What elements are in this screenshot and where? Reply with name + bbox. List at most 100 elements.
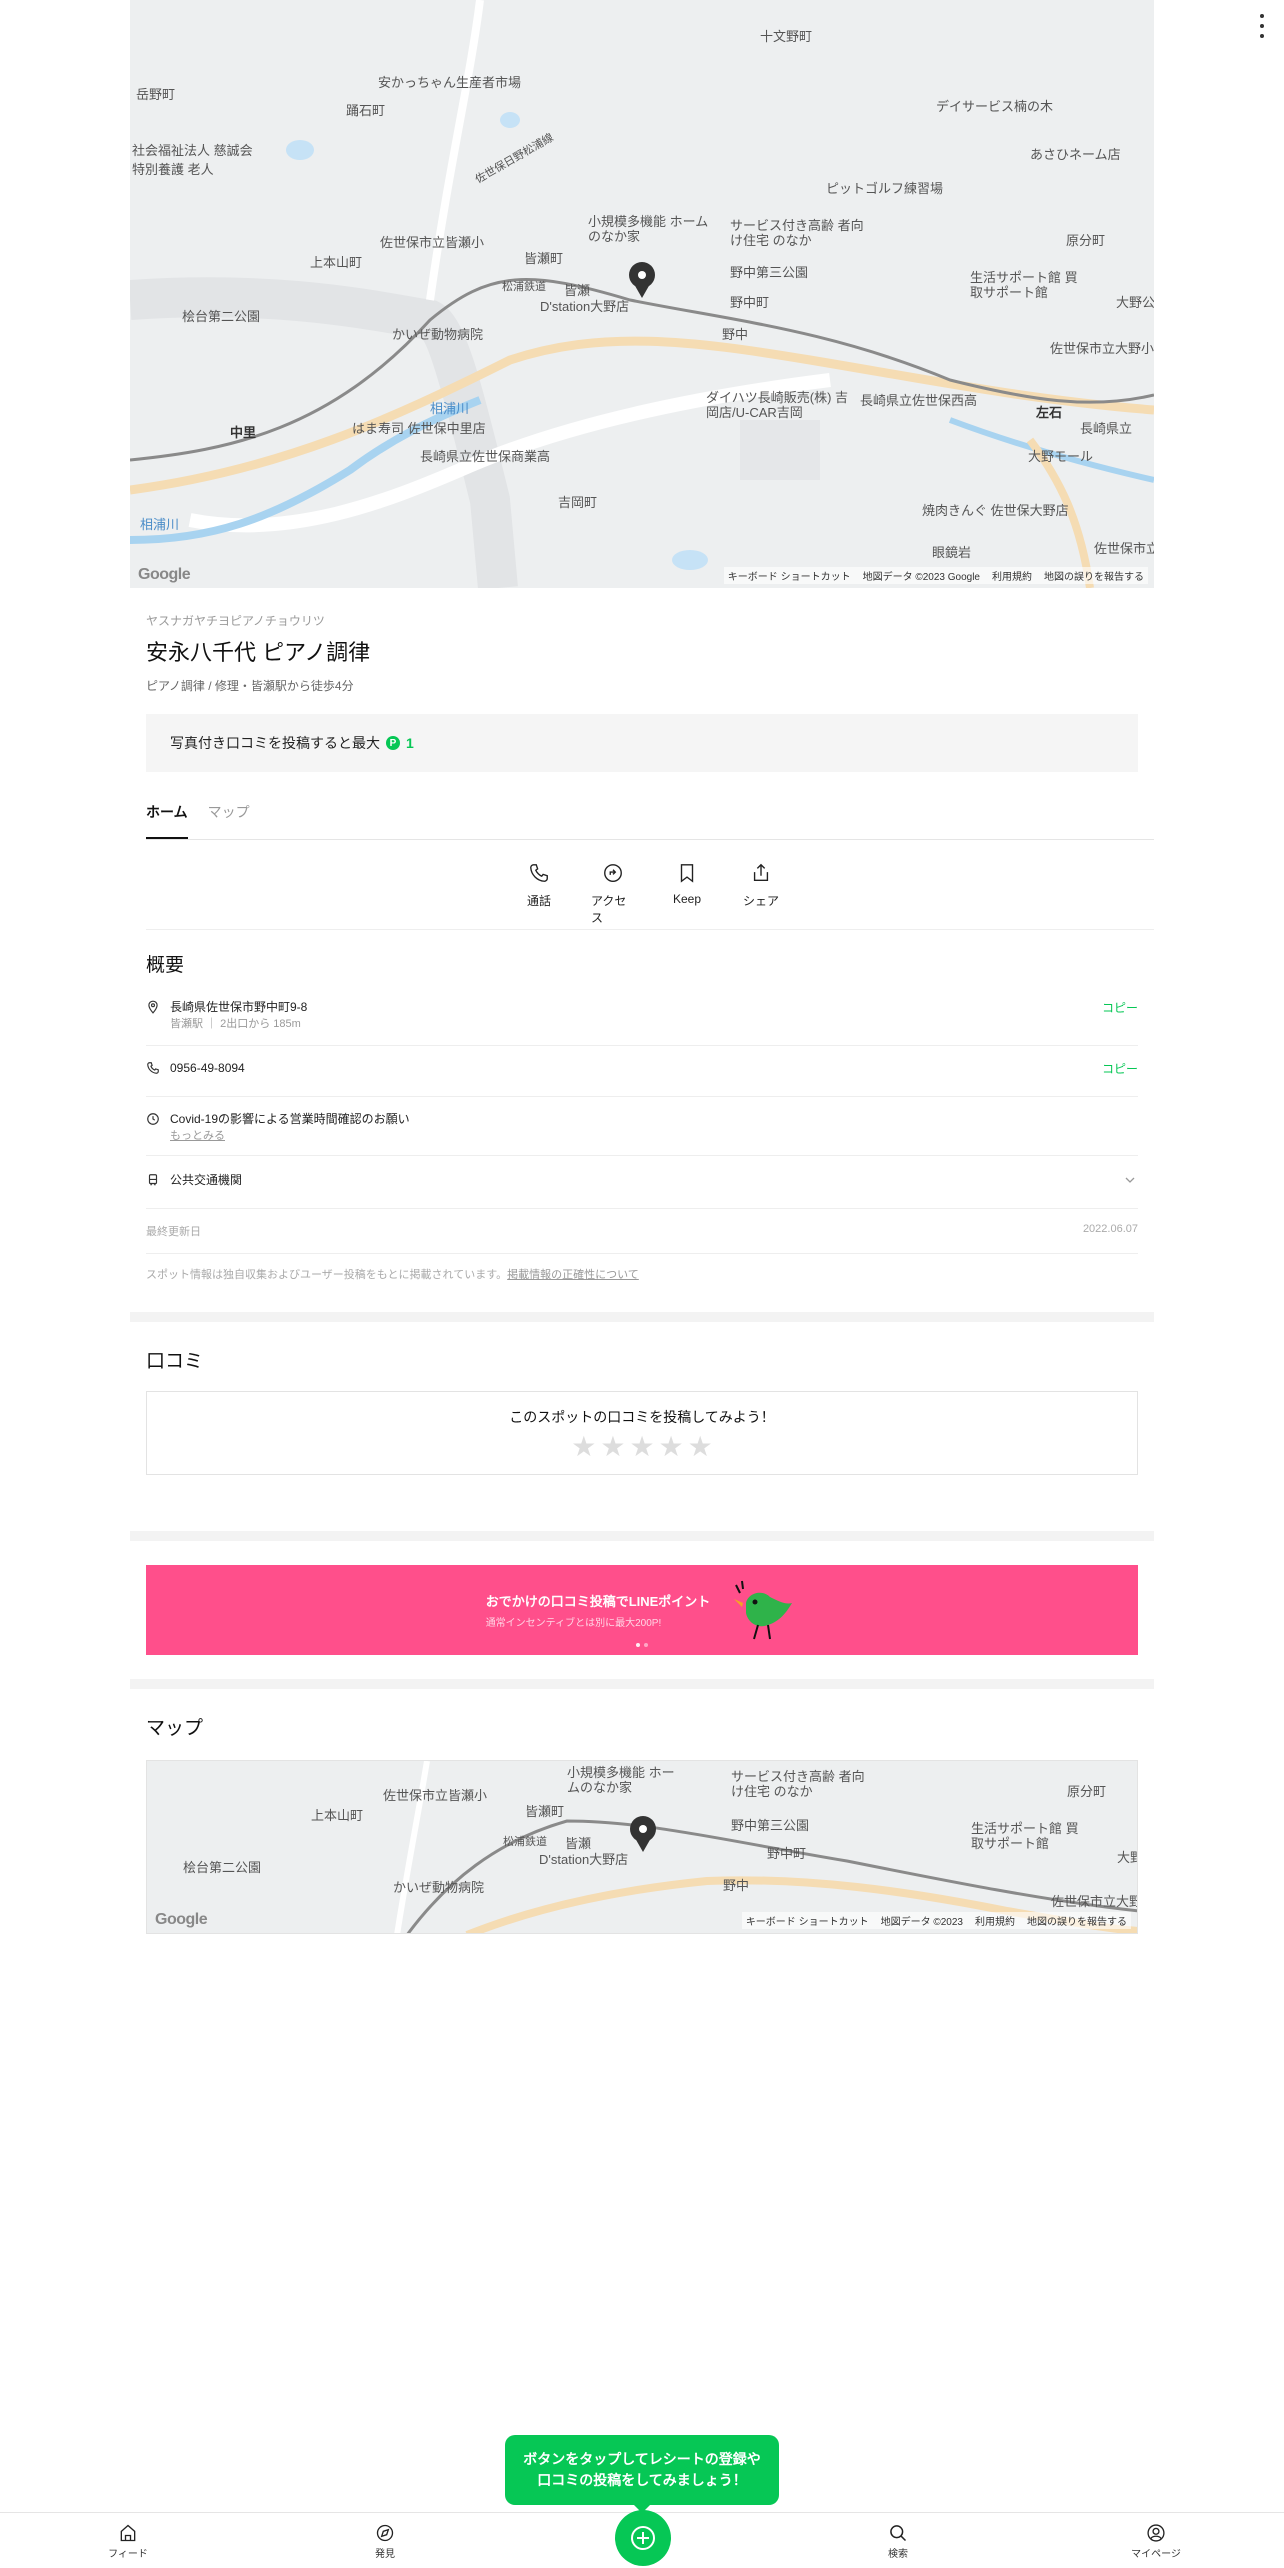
map-label: 野中町 bbox=[767, 1846, 807, 1861]
promo-text: 写真付き口コミを投稿すると最大 bbox=[170, 735, 380, 751]
copy-address-button[interactable]: コピー bbox=[1102, 999, 1138, 1016]
hero-map[interactable]: 十文野町 岳野町 安かっちゃん生産者市場 踊石町 デイサービス楠の木 社会福祉法… bbox=[130, 0, 1154, 588]
star-icon[interactable]: ★ bbox=[659, 1433, 684, 1461]
map-label: 松浦鉄道 bbox=[502, 281, 546, 293]
map-label: 佐世保市立 bbox=[1094, 541, 1154, 556]
plus-icon bbox=[631, 2526, 655, 2550]
phone-number[interactable]: 0956-49-8094 bbox=[170, 1060, 1138, 1077]
map-label: かいぜ動物病院 bbox=[393, 1880, 485, 1895]
map-label: 長崎県立佐世保商業高 bbox=[420, 449, 551, 464]
phone-icon bbox=[147, 1062, 159, 1074]
map-label: 左石 bbox=[1036, 405, 1063, 420]
map-terms-link[interactable]: 利用規約 bbox=[992, 568, 1032, 583]
more-link[interactable]: もっとみる bbox=[170, 1128, 1138, 1145]
line-point-banner[interactable]: おでかけの口コミ投稿でLINEポイント 通常インセンティブとは別に最大200P! bbox=[146, 1565, 1138, 1655]
banner-subtitle: 通常インセンティブとは別に最大200P! bbox=[485, 1618, 662, 1629]
updated-label: 最終更新日 bbox=[146, 1226, 201, 1238]
call-button[interactable]: 通話 bbox=[517, 862, 561, 929]
nav-mypage[interactable]: マイページ bbox=[1126, 2523, 1186, 2560]
map-label: 野中第三公園 bbox=[731, 1818, 810, 1833]
share-button[interactable]: シェア bbox=[739, 862, 783, 929]
map-footer: キーボード ショートカット 地図データ ©2023 Google 利用規約 地図… bbox=[723, 567, 1148, 584]
map-terms-link[interactable]: 利用規約 bbox=[975, 1913, 1015, 1928]
star-icon[interactable]: ★ bbox=[600, 1433, 625, 1461]
map-label: 原分町 bbox=[1067, 1784, 1107, 1799]
map-label: 佐世保市立皆瀬小 bbox=[380, 235, 485, 250]
overview-title: 概要 bbox=[146, 955, 185, 976]
tooltip-line-1: ボタンをタップしてレシートの登録や bbox=[523, 2451, 761, 2467]
post-tooltip: ボタンをタップしてレシートの登録や 口コミの投稿をしてみましょう！ bbox=[505, 2435, 779, 2513]
map-label: 桧台第二公園 bbox=[183, 1860, 262, 1875]
line-point-icon: P bbox=[386, 736, 400, 750]
spot-map[interactable]: 小規模多機能 ホームのなか家 サービス付き高齢 者向け住宅 のなか 原分町 佐世… bbox=[146, 1760, 1138, 1934]
review-promo-bar[interactable]: 写真付き口コミを投稿すると最大 P 1 bbox=[146, 714, 1138, 772]
call-label: 通話 bbox=[526, 894, 551, 908]
star-icon[interactable]: ★ bbox=[688, 1433, 713, 1461]
map-label: 焼肉きんぐ 佐世保大野店 bbox=[922, 503, 1069, 518]
map-label: サービス付き高齢 者向け住宅 のなか bbox=[730, 218, 864, 248]
map-label: 岳野町 bbox=[136, 87, 176, 102]
discover-icon bbox=[376, 2524, 394, 2542]
keep-label: Keep bbox=[672, 892, 702, 906]
star-icon[interactable]: ★ bbox=[629, 1433, 654, 1461]
transit-row[interactable]: 公共交通機関 bbox=[146, 1156, 1138, 1209]
map-label: 野中 bbox=[723, 1878, 750, 1893]
nav-feed[interactable]: フィード bbox=[98, 2523, 158, 2560]
phone-icon bbox=[530, 864, 548, 882]
map-label: 長崎県立 bbox=[1080, 421, 1133, 436]
star-rating[interactable]: ★ ★ ★ ★ ★ bbox=[571, 1433, 713, 1461]
spot-header: ヤスナガヤチヨピアノチョウリツ 安永八千代 ピアノ調律 ピアノ調律 / 修理・皆… bbox=[130, 588, 1154, 772]
map-label: 皆瀬町 bbox=[524, 251, 564, 266]
spot-page: 十文野町 岳野町 安かっちゃん生産者市場 踊石町 デイサービス楠の木 社会福祉法… bbox=[130, 0, 1154, 1934]
map-label: 松浦鉄道 bbox=[503, 1836, 547, 1848]
map-label: 原分町 bbox=[1066, 233, 1106, 248]
map-shortcut-link[interactable]: キーボード ショートカット bbox=[728, 568, 851, 583]
map-label: 大野公 bbox=[1116, 295, 1154, 310]
access-button[interactable]: アクセス bbox=[591, 862, 635, 929]
search-icon bbox=[890, 2525, 907, 2542]
map-label: 野中 bbox=[722, 327, 749, 342]
keep-button[interactable]: Keep bbox=[665, 862, 709, 929]
nav-search[interactable]: 検索 bbox=[868, 2523, 928, 2560]
address-text: 長崎県佐世保市野中町9-8 bbox=[170, 1000, 308, 1014]
accuracy-link[interactable]: 掲載情報の正確性について bbox=[507, 1269, 639, 1281]
map-section-title: マップ bbox=[146, 1718, 204, 1739]
promo-point-value: 1 bbox=[406, 735, 414, 751]
map-label: ピットゴルフ練習場 bbox=[826, 181, 944, 196]
map-label: 小規模多機能 ホームのなか家 bbox=[567, 1765, 675, 1795]
phone-row: 0956-49-8094 コピー bbox=[146, 1046, 1138, 1097]
star-icon[interactable]: ★ bbox=[571, 1433, 596, 1461]
nav-discover[interactable]: 発見 bbox=[355, 2523, 415, 2560]
tab-home[interactable]: ホーム bbox=[146, 802, 188, 839]
notice-row: Covid-19の影響による営業時間確認のお願い もっとみる bbox=[146, 1097, 1138, 1156]
map-report-link[interactable]: 地図の誤りを報告する bbox=[1044, 568, 1144, 583]
section-divider bbox=[130, 1312, 1154, 1322]
map-shortcut-link[interactable]: キーボード ショートカット bbox=[746, 1913, 869, 1928]
map-label: 生活サポート館 買取サポート館 bbox=[971, 1821, 1079, 1851]
map-label: 長崎県立佐世保西高 bbox=[860, 393, 978, 408]
map-label: 桧台第二公園 bbox=[182, 309, 261, 324]
map-report-link[interactable]: 地図の誤りを報告する bbox=[1027, 1913, 1127, 1928]
map-label: あさひネーム店 bbox=[1030, 147, 1121, 162]
more-menu-icon[interactable] bbox=[1256, 14, 1268, 38]
map-label: D'station大野店 bbox=[539, 1852, 629, 1867]
map-label: D'station大野店 bbox=[540, 299, 630, 314]
bookmark-icon bbox=[680, 864, 694, 883]
map-data-credit: 地図データ ©2023 bbox=[880, 1917, 963, 1928]
map-footer: キーボード ショートカット 地図データ ©2023 利用規約 地図の誤りを報告す… bbox=[741, 1912, 1131, 1929]
map-label: 十文野町 bbox=[760, 29, 813, 44]
nav-mypage-label: マイページ bbox=[1131, 2549, 1181, 2560]
review-prompt-box[interactable]: このスポットの口コミを投稿してみよう！ ★ ★ ★ ★ ★ bbox=[146, 1391, 1138, 1475]
tab-map[interactable]: マップ bbox=[208, 802, 250, 839]
access-icon bbox=[604, 864, 622, 882]
map-label: 上本山町 bbox=[310, 255, 363, 270]
map-label: サービス付き高齢 者向け住宅 のなか bbox=[731, 1769, 865, 1799]
copy-phone-button[interactable]: コピー bbox=[1102, 1060, 1138, 1077]
add-post-button[interactable] bbox=[615, 2510, 671, 2566]
map-label: 安かっちゃん生産者市場 bbox=[378, 75, 522, 90]
carousel-dots[interactable] bbox=[636, 1643, 648, 1647]
disclaimer: スポット情報は独自収集およびユーザー投稿をもとに掲載されています。掲載情報の正確… bbox=[146, 1266, 1138, 1282]
map-label: 相浦川 bbox=[430, 401, 470, 416]
notice-text: Covid-19の影響による営業時間確認のお願い bbox=[170, 1112, 410, 1126]
map-label: 社会福祉法人 慈誠会 特別養護 老人 bbox=[132, 143, 253, 177]
